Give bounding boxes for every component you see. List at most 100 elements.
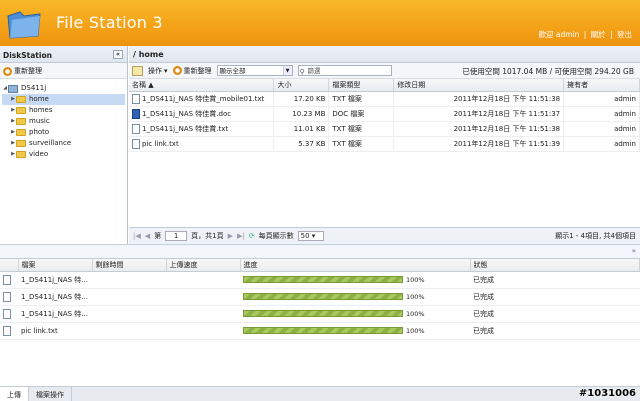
file-owner: admin <box>563 91 640 107</box>
sidebar-item-video[interactable]: ▶ video <box>2 149 125 160</box>
tab-upload[interactable]: 上傳 <box>0 387 29 401</box>
refresh-icon[interactable]: ⟳ <box>249 232 255 240</box>
table-row[interactable]: 1_DS411j_NAS 特佳賞_mobile01.txt 17.20 KB T… <box>129 91 640 107</box>
view-filter-value: 顯示全部 <box>219 67 246 75</box>
tree-item-label: photo <box>29 128 50 136</box>
file-size: 10.23 MB <box>273 106 330 122</box>
sidebar-toolbar: 重新整理 <box>0 63 127 79</box>
pagination-bar: |◀ ◀ 第 1 頁，共1頁 ▶ ▶| ⟳ 每頁顯示數 50 ▾ 顯示1 - 4… <box>129 227 640 244</box>
progress-bar <box>243 327 403 334</box>
prev-page-icon[interactable]: ◀ <box>145 232 150 240</box>
table-row[interactable]: pic link.txt 5.37 KB TXT 檔案 2011年12月18日 … <box>129 136 640 152</box>
file-type: TXT 檔案 <box>328 121 395 137</box>
file-modified: 2011年12月18日 下午 11:51:39 <box>393 136 565 152</box>
sidebar-item-surveillance[interactable]: ▶ surveillance <box>2 138 125 149</box>
panel-splitter[interactable]: » <box>0 244 640 259</box>
first-page-icon[interactable]: |◀ <box>133 232 141 240</box>
next-page-icon[interactable]: ▶ <box>228 232 233 240</box>
progress-fill <box>244 294 402 299</box>
file-size: 17.20 KB <box>273 91 330 107</box>
sidebar-refresh-button[interactable]: 重新整理 <box>3 66 42 76</box>
upload-status: 已完成 <box>470 305 640 323</box>
column-header-remaining[interactable]: 剩餘時間 <box>92 259 167 272</box>
refresh-button[interactable]: 重新整理 <box>172 66 212 76</box>
chevron-double-down-icon[interactable]: » <box>632 247 636 255</box>
column-header-speed[interactable]: 上傳速度 <box>166 259 241 272</box>
upload-row[interactable]: 1_DS411j_NAS 特... 100% 已完成 <box>0 271 640 289</box>
user-links: 歡迎 admin | 關於 | 登出 <box>536 29 632 40</box>
text-file-icon <box>3 274 11 285</box>
upload-table: 檔案 剩餘時間 上傳速度 進度 狀態 1_DS411j_NAS 特... 100… <box>0 259 640 340</box>
chevron-down-icon: ▼ <box>282 66 292 75</box>
progress-percent: 100% <box>406 275 425 284</box>
column-header-name[interactable]: 名稱 ▲ <box>129 79 275 92</box>
tree-item-label: video <box>29 150 49 158</box>
file-panel: / home 操作 ▾ 重新整理 顯示全部 ▼ ⚲ 篩選 已使用空間 1017.… <box>129 46 640 244</box>
text-file-icon <box>3 325 11 336</box>
folder-icon <box>16 140 26 147</box>
upload-file-name: 1_DS411j_NAS 特... <box>18 305 92 323</box>
bottom-tabs: 上傳 檔案操作 <box>0 386 640 401</box>
file-owner: admin <box>563 106 640 122</box>
welcome-link[interactable]: 歡迎 admin <box>538 30 579 39</box>
app-header: File Station 3 歡迎 admin | 關於 | 登出 <box>0 0 640 46</box>
column-header-progress[interactable]: 進度 <box>240 259 471 272</box>
folder-icon <box>16 129 26 136</box>
per-page-select[interactable]: 50 ▾ <box>297 231 324 241</box>
folder-icon <box>16 118 26 125</box>
text-file-icon <box>3 291 11 302</box>
tab-file-operations[interactable]: 檔案操作 <box>29 387 72 401</box>
view-filter-select[interactable]: 顯示全部 ▼ <box>216 65 293 76</box>
tree-root[interactable]: ◢ DS411j <box>2 83 125 94</box>
collapse-sidebar-button[interactable]: « <box>113 50 123 59</box>
upload-folder-icon[interactable] <box>132 65 143 76</box>
tree-item-label: home <box>29 95 49 103</box>
upload-row[interactable]: pic link.txt 100% 已完成 <box>0 322 640 340</box>
table-row[interactable]: 1_DS411j_NAS 特佳賞.doc 10.23 MB DOC 檔案 201… <box>129 106 640 122</box>
tree-item-label: homes <box>29 106 53 114</box>
logout-link[interactable]: 登出 <box>617 30 632 39</box>
column-header-file[interactable]: 檔案 <box>18 259 93 272</box>
upload-row[interactable]: 1_DS411j_NAS 特... 100% 已完成 <box>0 305 640 323</box>
action-menu-button[interactable]: 操作 ▾ <box>148 66 168 76</box>
file-size: 11.01 KB <box>273 121 330 137</box>
watermark: #1031006 <box>578 388 636 399</box>
column-header-owner[interactable]: 擁有者 <box>563 79 640 92</box>
progress-percent: 100% <box>406 292 425 301</box>
file-owner: admin <box>563 136 640 152</box>
text-file-icon <box>3 308 11 319</box>
search-placeholder: 篩選 <box>307 67 321 75</box>
search-icon: ⚲ <box>299 68 305 76</box>
sidebar-item-photo[interactable]: ▶ photo <box>2 127 125 138</box>
refresh-icon <box>3 66 12 76</box>
refresh-icon <box>172 66 182 75</box>
column-header-status[interactable]: 狀態 <box>470 259 640 272</box>
search-input[interactable]: ⚲ 篩選 <box>297 65 392 76</box>
separator: | <box>610 30 613 39</box>
sidebar-item-home[interactable]: ▶ home <box>2 94 125 105</box>
file-table: 名稱 ▲ 大小 檔案類型 修改日期 擁有者 1_DS411j_NAS 特佳賞_m… <box>129 79 640 152</box>
column-header-type[interactable]: 檔案類型 <box>328 79 395 92</box>
upload-row[interactable]: 1_DS411j_NAS 特... 100% 已完成 <box>0 288 640 306</box>
pagination-info: 顯示1 - 4項目, 共4個項目 <box>555 232 636 240</box>
sidebar-item-music[interactable]: ▶ music <box>2 116 125 127</box>
file-name: 1_DS411j_NAS 特佳賞.txt <box>142 124 229 133</box>
page-number-input[interactable]: 1 <box>165 231 188 241</box>
file-size: 5.37 KB <box>273 136 330 152</box>
sidebar-item-homes[interactable]: ▶ homes <box>2 105 125 116</box>
tree-item-label: music <box>29 117 50 125</box>
folder-icon <box>16 107 26 114</box>
page-suffix: 頁，共1頁 <box>191 232 224 240</box>
column-header-size[interactable]: 大小 <box>273 79 330 92</box>
about-link[interactable]: 關於 <box>591 30 606 39</box>
action-label: 操作 <box>148 66 162 75</box>
progress-percent: 100% <box>406 309 425 318</box>
server-icon <box>8 84 18 93</box>
folder-icon <box>16 151 26 158</box>
sidebar-header: DiskStation « <box>0 46 127 63</box>
column-header-modified[interactable]: 修改日期 <box>393 79 565 92</box>
folder-tree: ◢ DS411j ▶ home ▶ homes ▶ music ▶ photo … <box>0 79 127 164</box>
last-page-icon[interactable]: ▶| <box>237 232 245 240</box>
table-row[interactable]: 1_DS411j_NAS 特佳賞.txt 11.01 KB TXT 檔案 201… <box>129 121 640 137</box>
per-page-value: 50 <box>300 232 310 240</box>
